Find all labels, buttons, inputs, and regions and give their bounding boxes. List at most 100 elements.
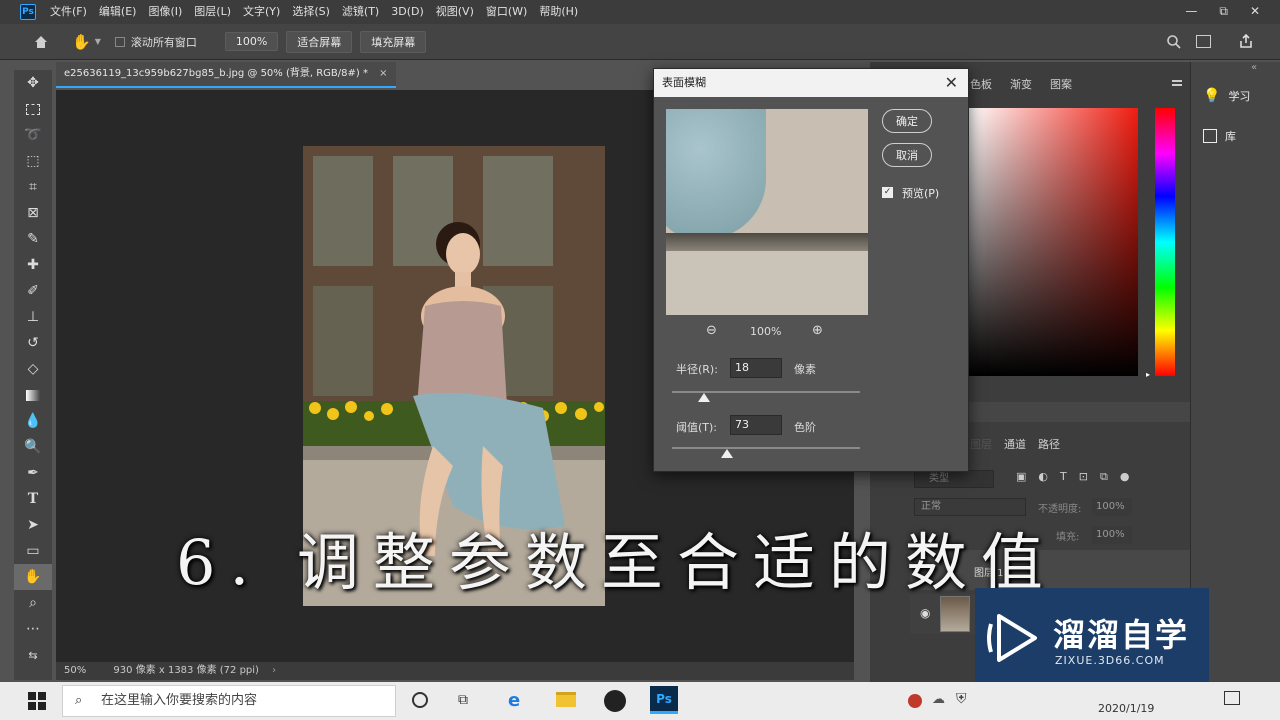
filter-shape-icon[interactable]: ⊡	[1079, 470, 1088, 484]
threshold-input[interactable]: 73	[730, 415, 782, 435]
collapse-panel-icon[interactable]: «	[1251, 62, 1257, 73]
search-icon[interactable]	[1166, 34, 1182, 53]
object-select-tool-icon[interactable]: ⬚	[14, 148, 52, 174]
dodge-tool-icon[interactable]: 🔍	[14, 434, 52, 460]
restore-button[interactable]: ⧉	[1219, 0, 1228, 22]
hue-slider-marker[interactable]: ▸	[1146, 370, 1150, 379]
frame-tool-icon[interactable]: ⊠	[14, 200, 52, 226]
history-brush-tool-icon[interactable]: ↺	[14, 330, 52, 356]
path-select-tool-icon[interactable]: ➤	[14, 512, 52, 538]
fit-screen-button[interactable]: 适合屏幕	[286, 30, 353, 53]
layer-search-field[interactable]: 类型	[914, 470, 994, 488]
menu-image[interactable]: 图像(I)	[142, 0, 188, 24]
ok-button[interactable]: 确定	[882, 109, 932, 133]
zoom-in-icon[interactable]: ⊕	[812, 323, 823, 338]
move-tool-icon[interactable]: ✥	[14, 70, 52, 96]
taskbar-search-input[interactable]: ⌕ 在这里输入你要搜索的内容	[62, 685, 396, 717]
threshold-slider-thumb[interactable]	[720, 449, 733, 458]
tab-close-icon[interactable]: ×	[379, 68, 387, 79]
visibility-eye-icon[interactable]: ◉	[920, 606, 930, 620]
tab-paths[interactable]: 路径	[1038, 436, 1060, 452]
close-window-button[interactable]: ✕	[1250, 0, 1260, 22]
filter-pixel-icon[interactable]: ▣	[1016, 470, 1026, 484]
tab-layers[interactable]: 图层	[970, 436, 992, 452]
color-picker-field[interactable]	[968, 108, 1138, 376]
threshold-slider-track[interactable]	[672, 447, 860, 449]
status-zoom[interactable]: 50%	[64, 665, 86, 676]
menu-window[interactable]: 窗口(W)	[480, 0, 533, 24]
zoom-100-button[interactable]: 100%	[224, 32, 279, 51]
share-icon[interactable]	[1238, 33, 1254, 52]
tab-patterns[interactable]: 图案	[1050, 76, 1072, 92]
tab-channels[interactable]: 通道	[1004, 436, 1026, 452]
zoom-out-icon[interactable]: ⊖	[706, 323, 717, 338]
cancel-button[interactable]: 取消	[882, 143, 932, 167]
tray-cloud-icon[interactable]: ☁	[932, 692, 945, 707]
chevron-down-icon[interactable]: ▼	[95, 37, 101, 46]
notification-icon[interactable]	[1224, 691, 1240, 705]
cortana-icon[interactable]	[412, 692, 428, 708]
gradient-tool-icon[interactable]	[14, 382, 52, 408]
panel-menu-icon[interactable]	[1172, 80, 1182, 86]
rectangle-tool-icon[interactable]: ▭	[14, 538, 52, 564]
filter-toggle-icon[interactable]: ●	[1120, 470, 1130, 484]
filter-adjustment-icon[interactable]: ◐	[1038, 470, 1048, 484]
home-icon[interactable]	[30, 34, 52, 50]
filter-smart-icon[interactable]: ⧉	[1100, 470, 1108, 484]
workspace-icon[interactable]	[1196, 35, 1211, 48]
hand-tool-icon[interactable]: ✋	[72, 33, 91, 51]
file-explorer-icon[interactable]	[556, 692, 576, 707]
eraser-tool-icon[interactable]: ◇	[14, 356, 52, 382]
scroll-all-checkbox[interactable]	[114, 36, 125, 47]
lasso-tool-icon[interactable]: ➰	[14, 122, 52, 148]
pen-tool-icon[interactable]: ✒	[14, 460, 52, 486]
dialog-titlebar[interactable]: 表面模糊 ✕	[654, 69, 968, 97]
preview-checkbox[interactable]: ✓	[882, 187, 893, 198]
menu-view[interactable]: 视图(V)	[430, 0, 480, 24]
document-tab[interactable]: e25636119_13c959b627bg85_b.jpg @ 50% (背景…	[56, 62, 396, 88]
learn-panel-button[interactable]: 💡 学习	[1197, 82, 1275, 110]
tray-app-icon[interactable]	[908, 694, 922, 708]
clone-stamp-tool-icon[interactable]: ⊥	[14, 304, 52, 330]
color-swap-icon[interactable]: ⇆	[14, 642, 52, 668]
zoom-tool-icon[interactable]: ⌕	[14, 590, 52, 616]
edge-browser-icon[interactable]: e	[508, 690, 520, 711]
preview-image[interactable]	[666, 109, 868, 315]
filter-type-icon[interactable]: T	[1060, 470, 1067, 484]
tray-shield-icon[interactable]: ⛨	[956, 691, 967, 707]
layer-filter-icons[interactable]: ▣ ◐ T ⊡ ⧉ ●	[1016, 470, 1129, 484]
healing-brush-tool-icon[interactable]: ✚	[14, 252, 52, 278]
radius-input[interactable]: 18	[730, 358, 782, 378]
tab-gradients[interactable]: 渐变	[1010, 76, 1032, 92]
menu-3d[interactable]: 3D(D)	[385, 0, 430, 24]
more-tools-icon[interactable]: ⋯	[14, 616, 52, 642]
menu-select[interactable]: 选择(S)	[286, 0, 336, 24]
menu-help[interactable]: 帮助(H)	[533, 0, 584, 24]
blur-tool-icon[interactable]: 💧	[14, 408, 52, 434]
obs-app-icon[interactable]	[604, 690, 626, 712]
hand-tool-icon[interactable]: ✋	[14, 564, 52, 590]
opacity-value[interactable]: 100%	[1092, 498, 1132, 516]
fill-screen-button[interactable]: 填充屏幕	[360, 30, 427, 53]
eyedropper-tool-icon[interactable]: ✎	[14, 226, 52, 252]
close-icon[interactable]: ✕	[945, 69, 958, 97]
fill-value[interactable]: 100%	[1092, 526, 1132, 544]
menu-filter[interactable]: 滤镜(T)	[336, 0, 385, 24]
library-panel-button[interactable]: 库	[1197, 122, 1275, 150]
photoshop-taskbar-icon[interactable]: Ps	[650, 686, 678, 714]
taskbar-date[interactable]: 2020/1/19	[1098, 702, 1154, 715]
marquee-tool-icon[interactable]	[14, 96, 52, 122]
type-tool-icon[interactable]: T	[14, 486, 52, 512]
windows-start-icon[interactable]	[28, 692, 46, 713]
minimize-button[interactable]: —	[1185, 0, 1197, 22]
menu-file[interactable]: 文件(F)	[44, 0, 93, 24]
menu-edit[interactable]: 编辑(E)	[93, 0, 143, 24]
brush-tool-icon[interactable]: ✐	[14, 278, 52, 304]
crop-tool-icon[interactable]: ⌗	[14, 174, 52, 200]
hue-slider[interactable]	[1155, 108, 1175, 376]
menu-type[interactable]: 文字(Y)	[237, 0, 286, 24]
menu-layer[interactable]: 图层(L)	[188, 0, 237, 24]
status-chevron-icon[interactable]: ›	[272, 665, 276, 676]
tab-swatches[interactable]: 色板	[970, 76, 992, 92]
task-view-icon[interactable]: ⧉	[458, 692, 468, 708]
